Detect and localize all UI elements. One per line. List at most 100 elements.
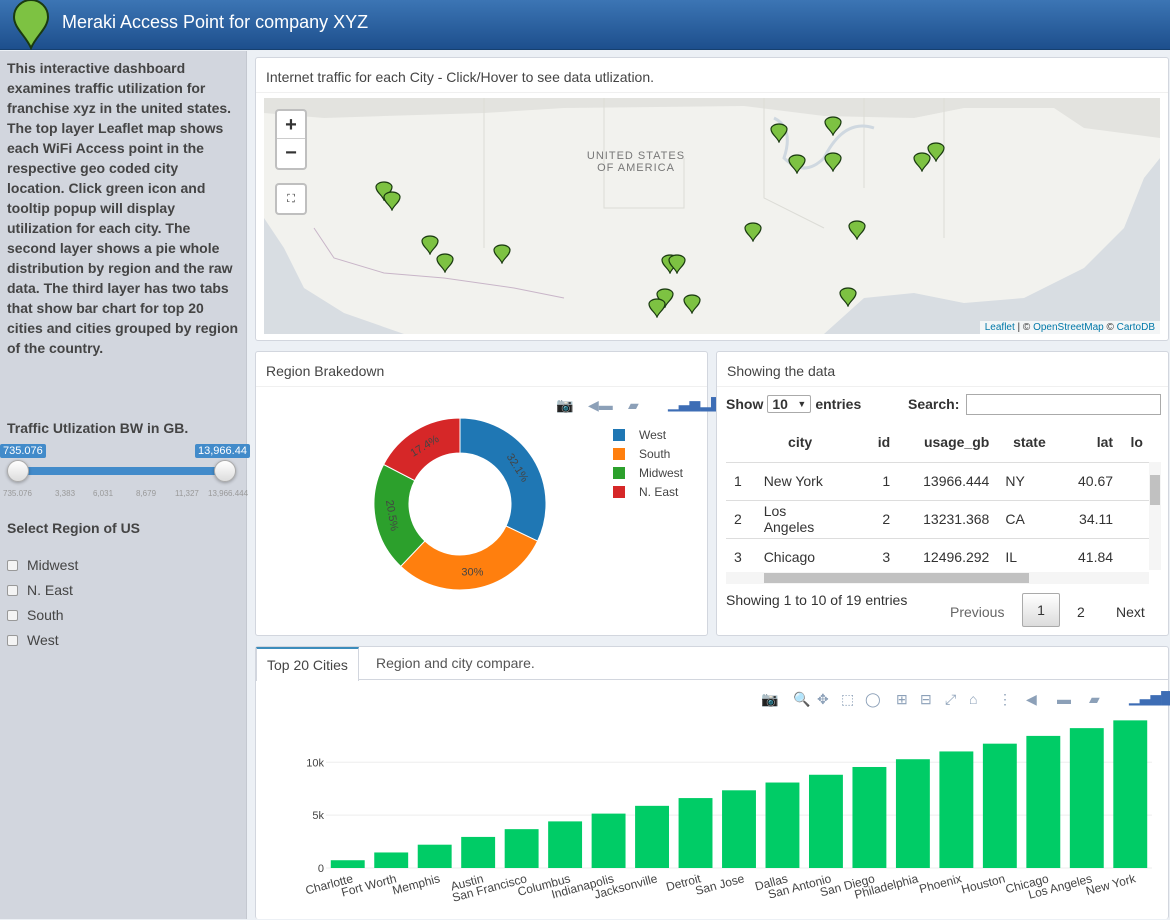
- map-marker-icon[interactable]: [824, 116, 842, 136]
- bar[interactable]: [1026, 735, 1061, 868]
- column-header[interactable]: usage_gb: [898, 422, 997, 462]
- bar[interactable]: [1113, 720, 1148, 868]
- table-cell: New York: [755, 461, 845, 500]
- bar[interactable]: [635, 805, 670, 868]
- table-scroll-area[interactable]: city id usage_gb state lat lo 1 New York 1 13966.…: [726, 422, 1151, 572]
- bar[interactable]: [852, 766, 887, 868]
- map-pin-icon: [12, 0, 50, 50]
- map-basemap: [264, 98, 1160, 334]
- zoom-in-button[interactable]: +: [277, 111, 305, 139]
- legend-swatch: [613, 428, 625, 441]
- table-cell: 3: [726, 537, 756, 572]
- pie-slice-south[interactable]: [400, 525, 539, 591]
- column-header[interactable]: id: [845, 422, 899, 462]
- bar[interactable]: [678, 798, 713, 868]
- table-info: Showing 1 to 10 of 19 entries: [726, 592, 908, 608]
- map-marker-icon[interactable]: [683, 294, 701, 314]
- legend-item[interactable]: South: [613, 444, 683, 463]
- checkbox[interactable]: [7, 559, 18, 571]
- column-header[interactable]: lat: [1062, 422, 1122, 462]
- bar[interactable]: [808, 774, 843, 868]
- map-marker-icon[interactable]: [744, 222, 762, 242]
- bar[interactable]: [417, 844, 452, 868]
- region-checkbox-south[interactable]: South: [7, 607, 64, 623]
- attrib-sep: | ©: [1014, 322, 1034, 333]
- zoom-out-button[interactable]: −: [277, 139, 305, 167]
- map-marker-icon[interactable]: [648, 298, 666, 318]
- fullscreen-button[interactable]: ⛶: [275, 183, 307, 215]
- search-input[interactable]: [966, 394, 1161, 415]
- bar[interactable]: [591, 813, 626, 868]
- region-checkbox-neast[interactable]: N. East: [7, 582, 73, 598]
- column-header[interactable]: city: [756, 422, 845, 462]
- prev-page-button[interactable]: Previous: [950, 604, 1004, 620]
- bar[interactable]: [895, 759, 930, 868]
- legend-item[interactable]: West: [613, 425, 683, 444]
- table-cell: 12496.292: [898, 537, 998, 572]
- vertical-scrollbar[interactable]: [1149, 462, 1161, 570]
- page-title: Meraki Access Point for company XYZ: [62, 12, 369, 32]
- column-header[interactable]: lo: [1121, 422, 1151, 462]
- pie-slice-west[interactable]: [459, 417, 547, 542]
- map-marker-icon[interactable]: [927, 142, 945, 162]
- checkbox[interactable]: [7, 609, 18, 621]
- bar[interactable]: [982, 743, 1017, 868]
- region-checkbox-west[interactable]: West: [7, 632, 59, 648]
- map-marker-icon[interactable]: [383, 191, 401, 211]
- leaflet-map[interactable]: UNITED STATES OF AMERICA + − ⛶ Leaflet |…: [264, 98, 1160, 334]
- page-length-select[interactable]: 10 ▼: [767, 395, 812, 413]
- bar[interactable]: [765, 782, 800, 868]
- map-marker-icon[interactable]: [668, 254, 686, 274]
- horizontal-scrollbar[interactable]: [726, 572, 1149, 584]
- map-marker-icon[interactable]: [848, 220, 866, 240]
- map-marker-icon[interactable]: [839, 287, 857, 307]
- bar[interactable]: [504, 829, 539, 868]
- slider-tick-label: 11,327: [175, 489, 199, 498]
- osm-link[interactable]: OpenStreetMap: [1033, 322, 1104, 333]
- table-row[interactable]: 2 Los Angeles 2 13231.368 CA 34.11: [726, 499, 1151, 538]
- carto-link[interactable]: CartoDB: [1117, 322, 1155, 333]
- legend-item[interactable]: N. East: [613, 482, 683, 501]
- column-header[interactable]: [726, 422, 756, 462]
- map-marker-icon[interactable]: [788, 154, 806, 174]
- map-marker-icon[interactable]: [493, 244, 511, 264]
- next-page-button[interactable]: Next: [1116, 604, 1145, 620]
- slider-min-handle[interactable]: [7, 460, 29, 482]
- map-marker-icon[interactable]: [824, 152, 842, 172]
- bar-chart[interactable]: 05k10kCharlotteFort WorthMemphis AustinSa…: [256, 680, 1168, 920]
- tab-top-20-cities[interactable]: Top 20 Cities: [256, 647, 359, 681]
- map-marker-icon[interactable]: [770, 123, 788, 143]
- checkbox[interactable]: [7, 584, 18, 596]
- bar[interactable]: [461, 836, 496, 868]
- slider-track[interactable]: [18, 467, 225, 475]
- page-length-control: Show 10 ▼ entries: [726, 395, 861, 413]
- bar[interactable]: [722, 790, 756, 868]
- legend-label: West: [639, 427, 667, 442]
- bar[interactable]: [1069, 728, 1104, 868]
- legend-item[interactable]: Midwest: [613, 463, 683, 482]
- slider-tick-label: 3,383: [55, 489, 76, 498]
- page-1-button[interactable]: 1: [1022, 593, 1060, 627]
- country-label: UNITED STATES OF AMERICA: [586, 150, 686, 174]
- table-cell: [1121, 537, 1151, 572]
- legend-swatch: [613, 447, 625, 460]
- leaflet-link[interactable]: Leaflet: [985, 322, 1015, 333]
- checkbox[interactable]: [7, 634, 18, 646]
- page-2-button[interactable]: 2: [1077, 604, 1085, 620]
- bar[interactable]: [939, 751, 974, 868]
- tab-region-compare[interactable]: Region and city compare.: [366, 647, 545, 680]
- table-row[interactable]: 3 Chicago 3 12496.292 IL 41.84: [726, 537, 1151, 572]
- table-row[interactable]: 1 New York 1 13966.444 NY 40.67: [726, 461, 1151, 500]
- table-cell: 1: [844, 461, 899, 500]
- divider: [256, 386, 707, 387]
- bar[interactable]: [374, 852, 409, 868]
- x-tick-label: New York: [1084, 871, 1138, 898]
- bar[interactable]: [330, 860, 365, 868]
- map-marker-icon[interactable]: [421, 235, 439, 255]
- map-marker-icon[interactable]: [436, 253, 454, 273]
- bar[interactable]: [548, 821, 583, 868]
- fullscreen-icon: ⛶: [287, 193, 295, 205]
- region-checkbox-midwest[interactable]: Midwest: [7, 557, 78, 573]
- column-header[interactable]: state: [997, 422, 1061, 462]
- slider-max-handle[interactable]: [214, 460, 236, 482]
